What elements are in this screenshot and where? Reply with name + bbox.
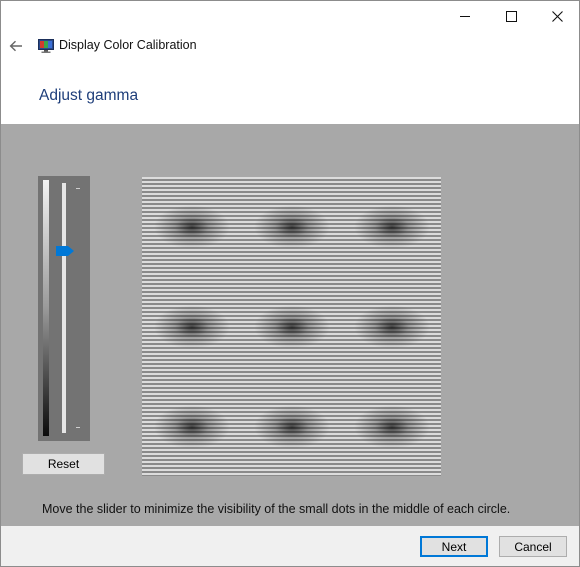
- gamma-gradient-strip: [43, 180, 49, 436]
- calibration-window: Display Color Calibration Adjust gamma R…: [0, 0, 580, 567]
- minimize-icon: [460, 16, 470, 17]
- display-color-calibration-icon: [38, 39, 54, 53]
- maximize-icon: [505, 11, 517, 22]
- next-button[interactable]: Next: [420, 536, 488, 557]
- gamma-slider-panel: [38, 176, 90, 441]
- instruction-text: Move the slider to minimize the visibili…: [42, 502, 511, 516]
- page-title: Adjust gamma: [39, 87, 139, 104]
- slider-tick-bottom: [76, 427, 80, 428]
- back-button[interactable]: [6, 36, 26, 56]
- close-icon: [551, 11, 563, 22]
- minimize-button[interactable]: [442, 1, 488, 32]
- reset-button[interactable]: Reset: [22, 453, 105, 475]
- back-arrow-icon: [9, 40, 22, 52]
- slider-tick-top: [76, 188, 80, 189]
- cancel-button[interactable]: Cancel: [499, 536, 567, 557]
- dialog-footer: Next Cancel: [1, 526, 579, 566]
- close-button[interactable]: [534, 1, 579, 32]
- calibration-content: Reset Move the slider to minimize the vi…: [1, 124, 579, 526]
- gamma-slider-thumb[interactable]: [55, 245, 75, 257]
- maximize-button[interactable]: [488, 1, 534, 32]
- gamma-dot-grid: [154, 205, 430, 449]
- app-title: Display Color Calibration: [59, 38, 197, 52]
- gamma-slider-track[interactable]: [62, 183, 66, 433]
- gamma-test-pattern: [142, 177, 441, 476]
